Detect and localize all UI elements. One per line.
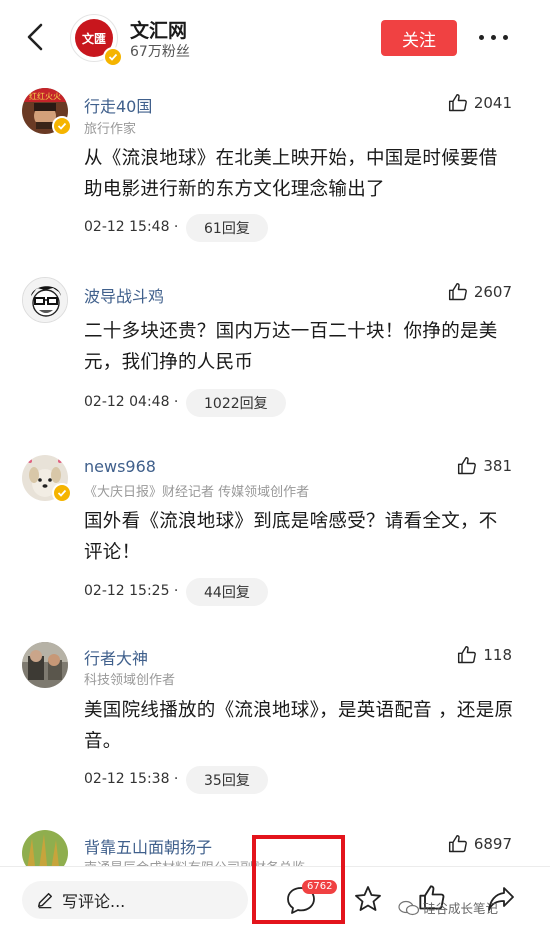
verified-badge-icon [52, 483, 72, 503]
like-button[interactable]: 6897 [448, 833, 512, 855]
commenter-name[interactable]: 行者大神 [84, 645, 148, 669]
like-button[interactable]: 381 [457, 455, 512, 477]
commenter-name[interactable]: 行走40国 [84, 93, 152, 117]
wechat-icon [398, 900, 420, 915]
verified-badge-icon [103, 47, 123, 67]
comment-timestamp: 02-12 15:38 · [84, 771, 179, 787]
commenter-avatar[interactable] [22, 455, 72, 503]
like-count: 2041 [473, 94, 512, 112]
commenter-avatar[interactable]: 红红火火 [22, 88, 72, 136]
more-options-icon[interactable] [479, 35, 509, 43]
commenter-name[interactable]: 波导战斗鸡 [84, 283, 164, 307]
comment-text: 美国院线播放的《流浪地球》，是英语配音 ，还是原音。 [84, 700, 514, 752]
reply-count-button[interactable]: 61回复 [186, 214, 268, 242]
commenter-title: 《大庆日报》财经记者 传媒领域创作者 [84, 485, 310, 500]
account-avatar[interactable]: 文匯 [70, 14, 123, 67]
pencil-icon [37, 892, 53, 909]
commenter-avatar[interactable] [22, 642, 68, 688]
comment-text: 国外看《流浪地球》到底是啥感受？请看全文，不评论！ [84, 511, 498, 563]
fan-count: 67万粉丝 [130, 44, 190, 60]
thumbs-up-icon [448, 93, 467, 112]
annotation-highlight-box [252, 835, 345, 924]
comment-timestamp: 02-12 15:48 · [84, 219, 179, 235]
back-arrow-icon[interactable] [22, 22, 50, 52]
reply-count-button[interactable]: 1022回复 [186, 389, 286, 417]
comment-text: 二十多块还贵？国内万达一百二十块！你挣的是美元，我们挣的人民币 [84, 321, 498, 373]
commenter-avatar[interactable] [22, 277, 68, 323]
thumbs-up-icon [458, 456, 477, 475]
verified-badge-icon [52, 116, 72, 136]
like-count: 381 [483, 457, 512, 475]
commenter-title: 旅行作家 [84, 122, 137, 137]
wechat-watermark: 硅谷成长笔记 [398, 898, 498, 917]
like-count: 118 [483, 646, 512, 664]
commenter-name[interactable]: news968 [84, 457, 156, 476]
top-header: 文匯 文汇网 67万粉丝 关注 [0, 0, 550, 78]
thumbs-up-icon [448, 834, 467, 853]
like-count: 6897 [473, 835, 512, 853]
like-count: 2607 [473, 283, 512, 301]
reply-count-button[interactable]: 44回复 [186, 578, 268, 606]
write-comment-input[interactable]: 写评论... [22, 881, 248, 919]
commenter-title: 科技领域创作者 [84, 673, 176, 688]
comment-timestamp: 02-12 15:25 · [84, 583, 179, 599]
star-icon[interactable] [354, 885, 382, 913]
thumbs-up-icon [448, 282, 467, 301]
write-comment-placeholder: 写评论... [62, 892, 126, 911]
account-name[interactable]: 文汇网 [130, 16, 187, 43]
thumbs-up-icon [458, 645, 477, 664]
like-button[interactable]: 2041 [448, 92, 512, 114]
like-button[interactable]: 2607 [448, 281, 512, 303]
commenter-name[interactable]: 背靠五山面朝扬子 [84, 834, 212, 858]
comment-text: 从《流浪地球》在北美上映开始，中国是时候要借助电影进行新的东方文化理念输出了 [84, 148, 498, 200]
watermark-text: 硅谷成长笔记 [423, 901, 499, 916]
like-button[interactable]: 118 [457, 644, 512, 666]
comment-timestamp: 02-12 04:48 · [84, 394, 179, 410]
follow-button[interactable]: 关注 [381, 20, 457, 56]
svg-text:红红火火: 红红火火 [29, 91, 61, 101]
reply-count-button[interactable]: 35回复 [186, 766, 268, 794]
